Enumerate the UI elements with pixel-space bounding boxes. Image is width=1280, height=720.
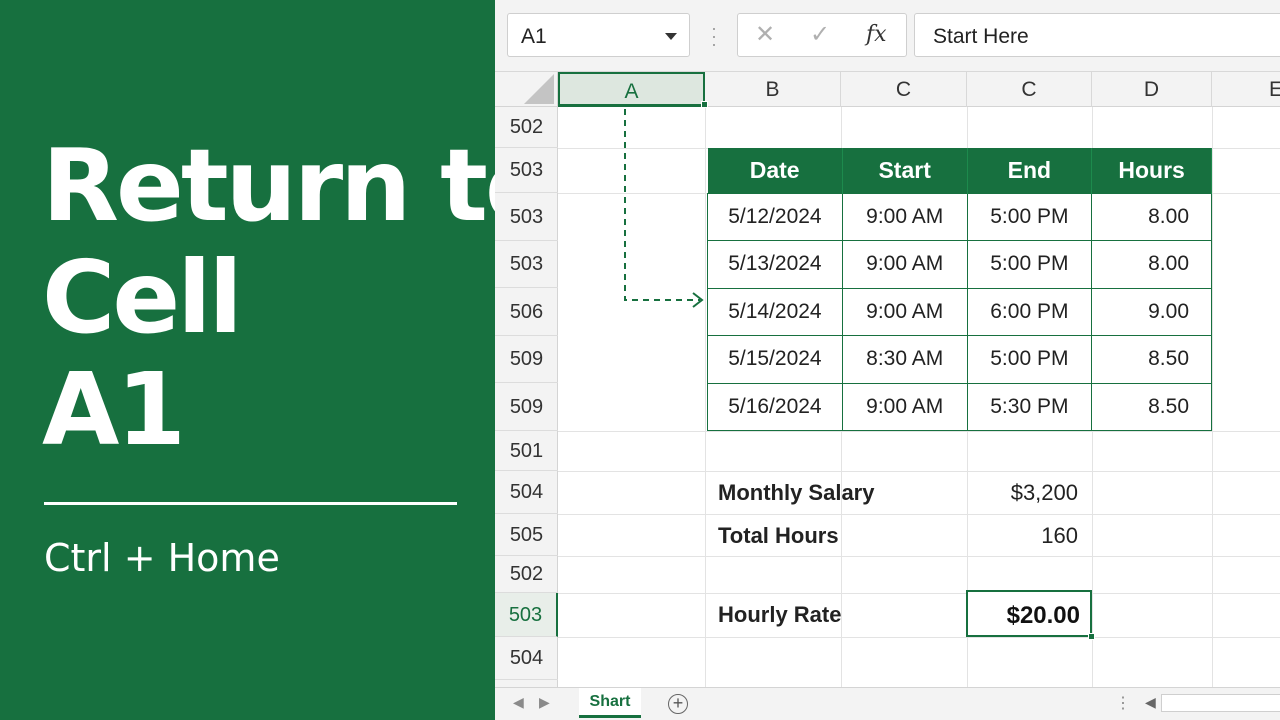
hourly-rate-label[interactable]: Hourly Rate xyxy=(718,602,841,628)
hours-cell[interactable]: 8.50 xyxy=(1091,382,1212,431)
column-header-c2[interactable]: C xyxy=(967,72,1092,107)
row-header[interactable]: 503 xyxy=(495,148,558,193)
row-header[interactable]: 501 xyxy=(495,431,558,471)
formula-buttons: ✕ ✓ fx xyxy=(737,13,907,57)
date-cell[interactable]: 5/12/2024 xyxy=(707,192,843,241)
select-all-button[interactable] xyxy=(495,72,558,107)
table-header-start[interactable]: Start xyxy=(842,148,968,193)
grid-line xyxy=(558,593,1280,594)
grid-line xyxy=(558,514,1280,515)
insert-function-icon[interactable]: fx xyxy=(866,22,887,47)
total-hours-value[interactable]: 160 xyxy=(968,523,1078,549)
row-header[interactable]: 503 xyxy=(495,193,558,241)
end-cell[interactable]: 5:00 PM xyxy=(966,240,1093,289)
date-cell[interactable]: 5/14/2024 xyxy=(707,287,843,336)
table-row: 5/12/2024 9:00 AM 5:00 PM 8.00 xyxy=(707,192,1212,241)
row-header[interactable]: 505 xyxy=(495,514,558,556)
hours-cell[interactable]: 8.00 xyxy=(1091,240,1212,289)
table-row: 5/15/2024 8:30 AM 5:00 PM 8.50 xyxy=(707,335,1212,384)
start-cell[interactable]: 9:00 AM xyxy=(841,240,968,289)
date-cell[interactable]: 5/15/2024 xyxy=(707,335,843,384)
title-line-1: Return to xyxy=(42,127,554,244)
chevron-right-icon[interactable]: ▶ xyxy=(539,694,550,711)
row-header[interactable]: 502 xyxy=(495,107,558,148)
row-header[interactable]: 504 xyxy=(495,637,558,680)
start-cell[interactable]: 9:00 AM xyxy=(841,382,968,431)
row-header[interactable]: 503 xyxy=(495,241,558,288)
title-divider xyxy=(44,502,457,505)
end-cell[interactable]: 6:00 PM xyxy=(966,287,1093,336)
total-hours-label[interactable]: Total Hours xyxy=(718,523,839,549)
scroll-left-icon[interactable]: ◀ xyxy=(1145,694,1156,711)
hours-cell[interactable]: 8.50 xyxy=(1091,335,1212,384)
enter-icon[interactable]: ✓ xyxy=(810,23,830,47)
hours-table: Date Start End Hours 5/12/2024 9:00 AM 5… xyxy=(707,148,1212,431)
column-header-a[interactable]: A xyxy=(558,72,705,107)
table-header-date[interactable]: Date xyxy=(707,148,843,193)
date-cell[interactable]: 5/16/2024 xyxy=(707,382,843,431)
date-cell[interactable]: 5/13/2024 xyxy=(707,240,843,289)
table-header-end[interactable]: End xyxy=(967,148,1093,193)
row-header[interactable]: 509 xyxy=(495,383,558,431)
horizontal-scrollbar[interactable] xyxy=(1161,694,1280,712)
row-header-active[interactable]: 503 xyxy=(495,593,558,637)
title-panel: Return to Cell A1 Ctrl + Home xyxy=(0,0,554,720)
hours-cell[interactable]: 9.00 xyxy=(1091,287,1212,336)
table-header-row: Date Start End Hours xyxy=(707,148,1212,193)
select-all-icon xyxy=(524,74,554,104)
shortcut-text: Ctrl + Home xyxy=(44,536,280,580)
row-header[interactable]: 506 xyxy=(495,288,558,336)
column-headers: A B C C D E xyxy=(495,72,1280,107)
hourly-rate-cell[interactable]: $20.00 xyxy=(966,590,1095,640)
column-header-b[interactable]: B xyxy=(705,72,841,107)
grid-line xyxy=(558,637,1280,638)
column-header-d[interactable]: D xyxy=(1092,72,1212,107)
chevron-left-icon[interactable]: ◀ xyxy=(513,694,524,711)
dashed-arrow-icon xyxy=(624,109,704,308)
sheet-tab-active[interactable]: Shart xyxy=(579,688,641,718)
monthly-salary-label[interactable]: Monthly Salary xyxy=(718,480,874,506)
grid-line xyxy=(558,431,1280,432)
formula-value: Start Here xyxy=(933,25,1029,48)
title-line-2: Cell xyxy=(42,239,243,356)
monthly-salary-value[interactable]: $3,200 xyxy=(968,480,1078,506)
name-box-value: A1 xyxy=(521,25,547,48)
grid-line xyxy=(558,471,1280,472)
column-header-e[interactable]: E xyxy=(1212,72,1280,107)
end-cell[interactable]: 5:30 PM xyxy=(966,382,1093,431)
hourly-rate-value: $20.00 xyxy=(1006,602,1080,629)
title-line-3: A1 xyxy=(42,351,186,468)
hours-cell[interactable]: 8.00 xyxy=(1091,192,1212,241)
drag-handle-icon[interactable]: · · · xyxy=(707,19,721,53)
row-header[interactable]: 504 xyxy=(495,471,558,514)
formula-input[interactable]: Start Here xyxy=(914,13,1280,57)
start-cell[interactable]: 8:30 AM xyxy=(841,335,968,384)
end-cell[interactable]: 5:00 PM xyxy=(966,192,1093,241)
row-headers: 502 503 503 503 506 509 509 501 504 505 … xyxy=(495,107,558,687)
name-box[interactable]: A1 xyxy=(507,13,690,57)
table-row: 5/13/2024 9:00 AM 5:00 PM 8.00 xyxy=(707,240,1212,289)
more-options-icon[interactable]: ⋮ xyxy=(1115,693,1131,713)
grid-line xyxy=(558,556,1280,557)
chevron-down-icon[interactable] xyxy=(665,33,677,40)
grid-line xyxy=(1212,107,1213,687)
row-header[interactable]: 509 xyxy=(495,336,558,383)
cancel-icon[interactable]: ✕ xyxy=(755,23,775,47)
spreadsheet-window: A1 · · · ✕ ✓ fx Start Here A B C C D E 502… xyxy=(495,0,1280,720)
start-cell[interactable]: 9:00 AM xyxy=(841,287,968,336)
table-row: 5/16/2024 9:00 AM 5:30 PM 8.50 xyxy=(707,382,1212,431)
sheet-tab-bar: ◀ ▶ Shart + ⋮ ◀ xyxy=(495,687,1280,720)
table-row: 5/14/2024 9:00 AM 6:00 PM 9.00 xyxy=(707,287,1212,336)
formula-bar: A1 · · · ✕ ✓ fx Start Here xyxy=(495,0,1280,72)
start-cell[interactable]: 9:00 AM xyxy=(841,192,968,241)
row-header[interactable]: 502 xyxy=(495,556,558,593)
table-header-hours[interactable]: Hours xyxy=(1091,148,1212,193)
page-title: Return to Cell A1 xyxy=(42,127,554,468)
end-cell[interactable]: 5:00 PM xyxy=(966,335,1093,384)
column-header-c[interactable]: C xyxy=(841,72,967,107)
add-sheet-icon[interactable]: + xyxy=(668,694,688,714)
fill-handle[interactable] xyxy=(1088,633,1095,640)
